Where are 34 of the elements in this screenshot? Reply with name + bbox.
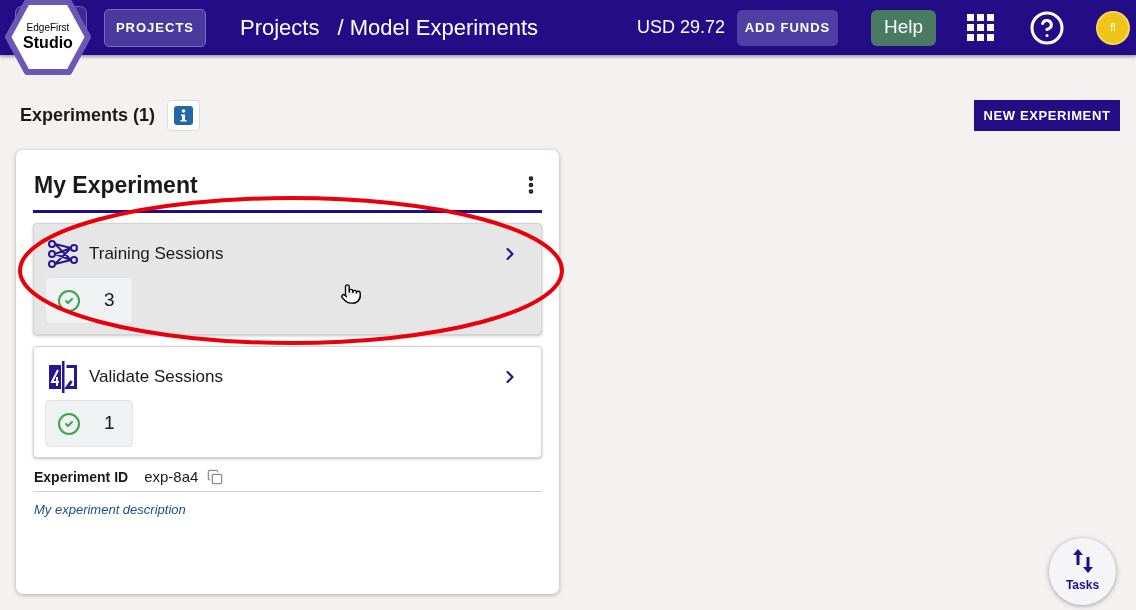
- breadcrumb-current: / Model Experiments: [337, 14, 538, 42]
- logo-text: EdgeFirst: [26, 21, 70, 34]
- breadcrumb-link[interactable]: Projects: [240, 11, 320, 44]
- session-title: Training Sessions: [89, 243, 224, 266]
- new-experiment-button[interactable]: NEW EXPERIMENT: [974, 100, 1120, 131]
- check-circle-icon: [57, 288, 81, 313]
- count-text: 1: [104, 411, 115, 436]
- help-button[interactable]: Help: [871, 9, 936, 46]
- experiment-id: exp-8a4: [144, 466, 199, 487]
- session-card[interactable]: Training Sessions 3: [33, 223, 542, 335]
- tasks-button[interactable]: Tasks: [1049, 538, 1116, 605]
- experiment-title: My Experiment: [34, 170, 198, 200]
- experiment-description: My experiment description: [34, 502, 186, 517]
- session-title: Validate Sessions: [89, 366, 223, 389]
- info-button[interactable]: [167, 100, 201, 131]
- check-circle-icon: [57, 411, 81, 436]
- page-heading: Experiments (1): [20, 104, 156, 127]
- projects-button[interactable]: PROJECTS: [104, 8, 206, 47]
- balance-text: USD 29.72: [636, 16, 725, 39]
- info-icon: [174, 106, 194, 125]
- logo-text: Studio: [23, 33, 73, 52]
- copy-icon[interactable]: [207, 469, 224, 485]
- count-text: 3: [104, 288, 115, 313]
- field-label: Experiment ID: [34, 467, 129, 487]
- neural-network-icon: [48, 239, 78, 269]
- apps-grid-icon[interactable]: [967, 14, 994, 41]
- split-panel-icon: [48, 361, 78, 393]
- logo[interactable]: EdgeFirst Studio: [5, 0, 91, 76]
- hand-cursor-icon: [340, 283, 362, 305]
- add-funds-button[interactable]: ADD FUNDS: [737, 9, 838, 46]
- hexagon-logo-icon: [5, 0, 91, 76]
- swap-arrows-icon: [1071, 549, 1094, 573]
- session-card[interactable]: Validate Sessions 1: [33, 346, 542, 458]
- help-icon[interactable]: [1029, 9, 1065, 46]
